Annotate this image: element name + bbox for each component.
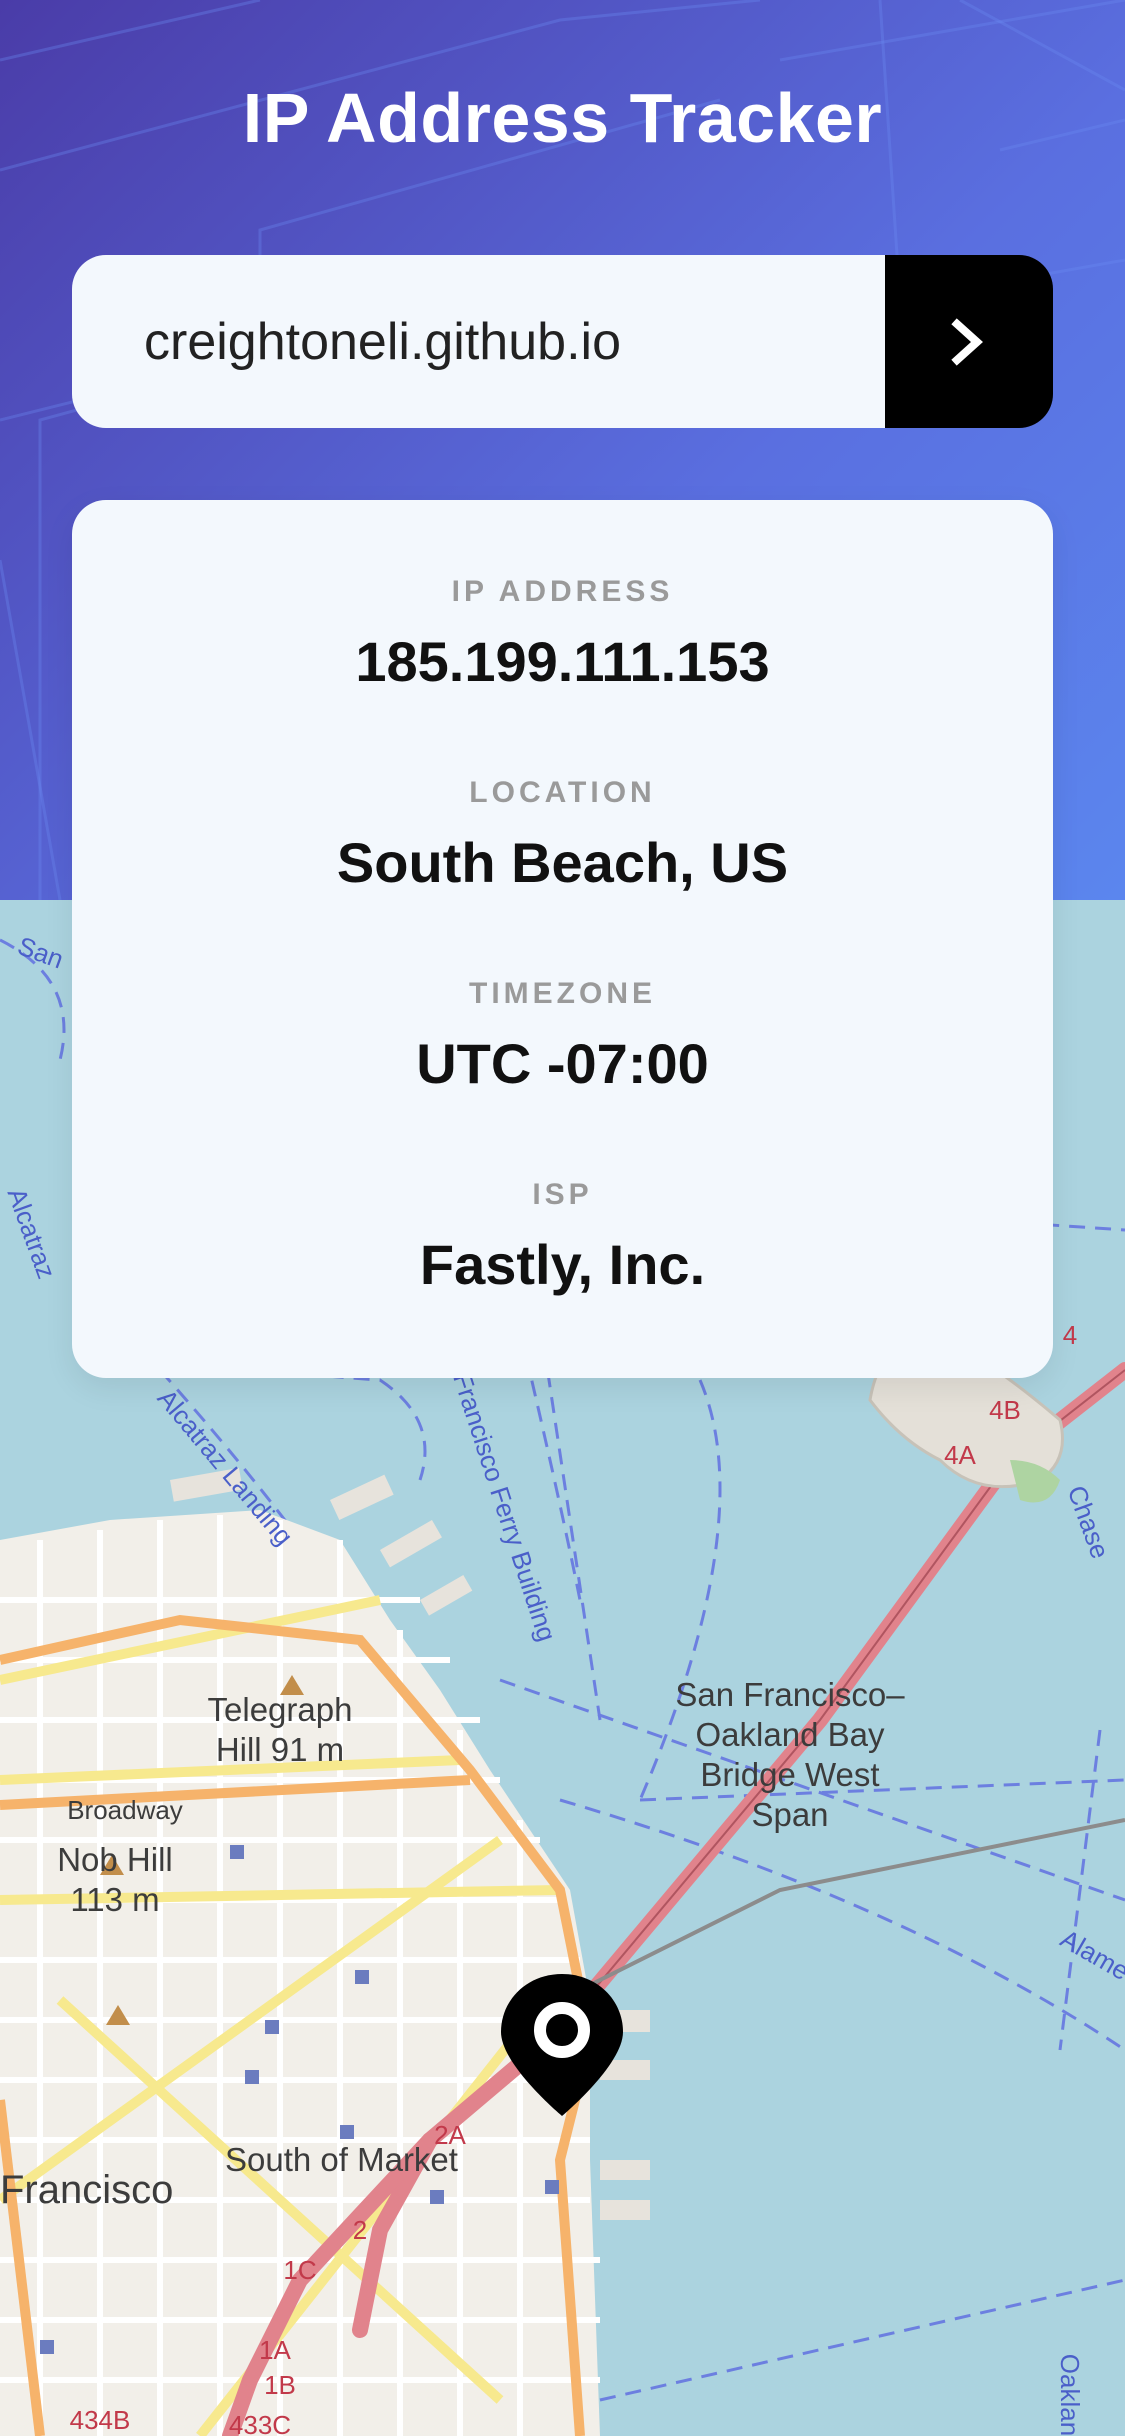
route-label-433c: 433C	[228, 2410, 292, 2436]
route-label-2: 2	[352, 2215, 368, 2245]
route-label-434b: 434B	[69, 2405, 131, 2435]
ip-value: 185.199.111.153	[355, 630, 770, 693]
map-label-bay-bridge: San Francisco–Oakland Bay Bridge West Sp…	[675, 1676, 905, 1833]
route-label-4b: 4B	[989, 1395, 1021, 1425]
location-marker-icon[interactable]	[497, 1970, 627, 2125]
info-card: IP ADDRESS 185.199.111.153 LOCATION Sout…	[72, 500, 1053, 1378]
isp-value: Fastly, Inc.	[419, 1233, 706, 1296]
map-label-telegraph-hill: Telegraph Hill 91 m	[207, 1691, 353, 1768]
map-label-francisco: Francisco	[0, 2168, 174, 2212]
info-isp: ISP Fastly, Inc.	[72, 1178, 1053, 1297]
isp-label: ISP	[532, 1178, 593, 1211]
timezone-value: UTC -07:00	[416, 1032, 709, 1095]
search-input[interactable]	[72, 255, 885, 428]
route-label-1c: 1C	[283, 2255, 317, 2285]
location-label: LOCATION	[469, 776, 656, 809]
route-label-4: 4	[1062, 1320, 1078, 1350]
route-label-2a: 2A	[434, 2120, 466, 2150]
map-label-oakland: Oaklan	[1055, 2353, 1085, 2436]
info-timezone: TIMEZONE UTC -07:00	[72, 977, 1053, 1096]
chevron-right-icon	[951, 317, 983, 366]
route-label-4a: 4A	[944, 1440, 976, 1470]
info-ip: IP ADDRESS 185.199.111.153	[72, 575, 1053, 694]
map-label-nob-hill: Nob Hill 113 m	[57, 1841, 173, 1918]
page-title: IP Address Tracker	[242, 79, 883, 157]
search-bar	[72, 255, 1053, 428]
submit-button[interactable]	[885, 255, 1053, 428]
info-location: LOCATION South Beach, US	[72, 776, 1053, 895]
route-label-1a: 1A	[259, 2335, 291, 2365]
location-value: South Beach, US	[336, 831, 789, 894]
timezone-label: TIMEZONE	[469, 977, 656, 1010]
route-label-1b: 1B	[264, 2370, 296, 2400]
ip-label: IP ADDRESS	[451, 575, 674, 608]
map-label-broadway: Broadway	[67, 1795, 183, 1825]
